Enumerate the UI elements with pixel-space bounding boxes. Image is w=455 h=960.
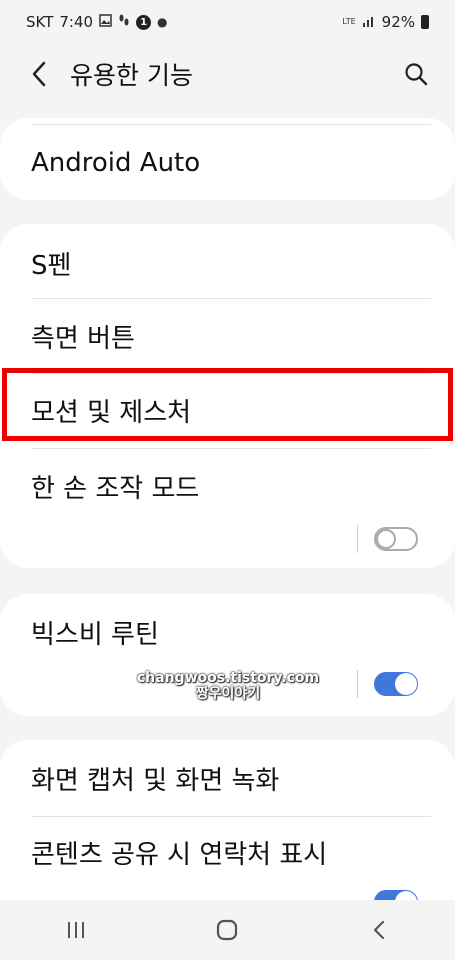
menu-item-side-button[interactable]: 측면 버튼 — [0, 300, 455, 372]
page-title: 유용한 기능 — [70, 61, 193, 90]
back-nav-icon[interactable] — [359, 910, 399, 950]
toggle-knob — [376, 529, 396, 549]
battery-percent: 92% — [381, 13, 415, 31]
network-label: LTE — [342, 17, 356, 26]
recent-apps-icon[interactable] — [56, 910, 96, 950]
menu-item-android-auto[interactable]: Android Auto — [0, 126, 455, 200]
watermark-blog-name: 짱우이야기 — [195, 686, 261, 702]
footprint-icon — [118, 14, 130, 30]
gallery-icon — [99, 14, 112, 30]
navigation-bar — [0, 900, 455, 960]
toggle-separator — [357, 670, 358, 698]
signal-icon — [362, 14, 376, 30]
menu-item-label: 측면 버튼 — [31, 323, 135, 354]
menu-item-screenshots-recording[interactable]: 화면 캡처 및 화면 녹화 — [0, 742, 455, 814]
search-icon[interactable] — [401, 59, 431, 89]
status-bar: SKT 7:40 1 ● LTE 92% — [0, 0, 455, 44]
menu-item-label: 콘텐츠 공유 시 연락처 표시 — [31, 839, 328, 870]
divider — [31, 448, 431, 449]
toggle-knob — [395, 673, 417, 695]
battery-icon — [421, 15, 429, 29]
back-arrow-icon[interactable] — [24, 59, 54, 89]
menu-item-label: 화면 캡처 및 화면 녹화 — [31, 765, 280, 796]
one-hand-mode-toggle[interactable] — [374, 527, 418, 551]
toggle-separator — [357, 525, 358, 553]
watermark-url: changwoos.tistory.com — [136, 670, 320, 686]
divider — [31, 298, 431, 299]
carrier-label: SKT — [26, 13, 54, 31]
lte-icon: LTE — [342, 18, 355, 26]
menu-item-label: S펜 — [31, 250, 72, 281]
highlight-box — [2, 368, 453, 441]
more-notifications-icon: ● — [157, 15, 168, 29]
divider — [31, 124, 431, 125]
menu-item-label: 한 손 조작 모드 — [31, 473, 200, 504]
notification-badge-icon: 1 — [136, 14, 152, 30]
bixby-routines-toggle[interactable] — [374, 672, 418, 696]
menu-item-spen[interactable]: S펜 — [0, 228, 455, 298]
menu-item-bixby-routines[interactable]: 빅스비 루틴 — [0, 598, 455, 666]
menu-item-label: 빅스비 루틴 — [31, 619, 159, 650]
watermark: changwoos.tistory.com 짱우이야기 — [130, 670, 326, 702]
app-header: 유용한 기능 — [0, 44, 455, 104]
home-icon[interactable] — [207, 910, 247, 950]
menu-item-one-hand-mode[interactable]: 한 손 조작 모드 — [0, 450, 455, 522]
menu-item-label: Android Auto — [31, 148, 201, 178]
clock: 7:40 — [59, 13, 94, 31]
menu-item-share-contacts[interactable]: 콘텐츠 공유 시 연락처 표시 — [0, 816, 455, 888]
